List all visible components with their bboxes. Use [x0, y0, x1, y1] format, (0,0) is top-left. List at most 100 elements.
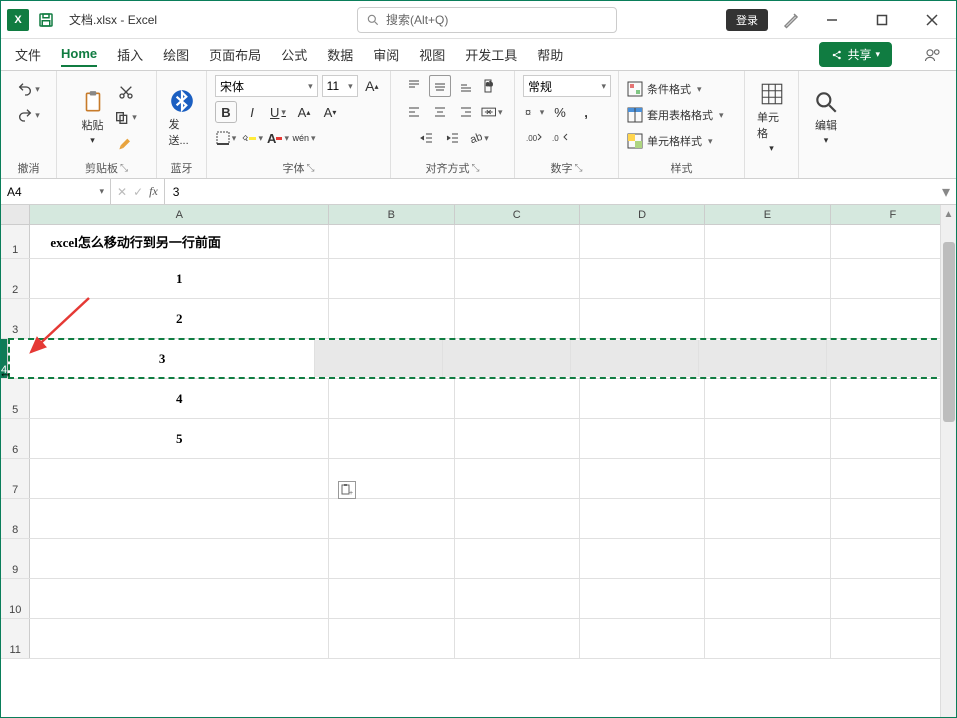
number-format-select[interactable]: 常规▾	[523, 75, 611, 97]
cell[interactable]	[30, 499, 329, 538]
col-header-E[interactable]: E	[705, 205, 830, 224]
tab-insert[interactable]: 插入	[117, 41, 143, 68]
cell[interactable]: excel怎么移动行到另一行前面	[30, 225, 329, 258]
row-header[interactable]: 2	[1, 259, 30, 298]
cell[interactable]	[827, 340, 955, 377]
font-launcher-icon[interactable]: ⤡	[307, 163, 315, 174]
cell[interactable]	[30, 619, 329, 658]
spreadsheet-grid[interactable]: A B C D E F 1excel怎么移动行到另一行前面21324354657…	[1, 205, 956, 717]
orientation-button[interactable]: ab	[468, 127, 490, 149]
col-header-B[interactable]: B	[329, 205, 454, 224]
select-all-corner[interactable]	[1, 205, 30, 224]
cell[interactable]	[580, 225, 705, 258]
tab-file[interactable]: 文件	[15, 41, 41, 68]
number-launcher-icon[interactable]: ⤡	[575, 163, 583, 174]
cell[interactable]	[455, 379, 580, 418]
cell[interactable]	[580, 419, 705, 458]
cell[interactable]: 5	[30, 419, 329, 458]
comments-icon[interactable]	[924, 46, 942, 64]
search-input[interactable]: 搜索(Alt+Q)	[357, 7, 617, 33]
editing-button[interactable]: 编辑▾	[809, 87, 843, 148]
col-header-C[interactable]: C	[455, 205, 580, 224]
cell[interactable]: 1	[30, 259, 329, 298]
cell[interactable]	[831, 419, 956, 458]
percent-button[interactable]: %	[549, 101, 571, 123]
minimize-button[interactable]	[814, 5, 850, 35]
cell[interactable]	[705, 225, 830, 258]
copy-button[interactable]	[114, 108, 138, 128]
cell[interactable]: 4	[30, 379, 329, 418]
row-header[interactable]: 8	[1, 499, 30, 538]
cell[interactable]	[329, 419, 454, 458]
redo-button[interactable]	[17, 105, 41, 125]
font-color-button[interactable]: A	[267, 127, 289, 149]
align-right-icon[interactable]	[455, 101, 477, 123]
cell[interactable]	[329, 259, 454, 298]
row-header[interactable]: 1	[1, 225, 30, 258]
cell[interactable]	[571, 340, 699, 377]
tab-help[interactable]: 帮助	[537, 41, 563, 68]
cell[interactable]	[580, 259, 705, 298]
decrease-indent-icon[interactable]	[416, 127, 438, 149]
vertical-scrollbar[interactable]: ▲	[940, 205, 956, 717]
align-launcher-icon[interactable]: ⤡	[472, 163, 480, 174]
comma-button[interactable]: ,	[575, 101, 597, 123]
cell[interactable]	[455, 499, 580, 538]
formula-input[interactable]: 3	[165, 179, 936, 204]
currency-button[interactable]: ¤	[523, 101, 545, 123]
cell[interactable]	[705, 299, 830, 338]
font-size-select[interactable]: 11▾	[322, 75, 358, 97]
increase-font-icon[interactable]: A▴	[362, 75, 382, 97]
cell[interactable]	[580, 579, 705, 618]
cell[interactable]	[455, 259, 580, 298]
merge-button[interactable]	[481, 101, 503, 123]
cell[interactable]	[329, 539, 454, 578]
cell[interactable]	[705, 379, 830, 418]
cell[interactable]	[329, 299, 454, 338]
align-left-icon[interactable]	[403, 101, 425, 123]
cell[interactable]	[30, 459, 329, 498]
formula-expand-icon[interactable]: ▾	[936, 179, 956, 204]
row-header[interactable]: 9	[1, 539, 30, 578]
align-top-icon[interactable]	[403, 75, 425, 97]
row-header[interactable]: 5	[1, 379, 30, 418]
cell[interactable]	[580, 299, 705, 338]
tab-draw[interactable]: 绘图	[163, 41, 189, 68]
col-header-F[interactable]: F	[831, 205, 956, 224]
cell[interactable]: 3	[10, 340, 315, 377]
increase-indent-icon[interactable]	[442, 127, 464, 149]
align-middle-icon[interactable]	[429, 75, 451, 97]
enter-icon[interactable]: ✓	[133, 185, 143, 199]
align-center-icon[interactable]	[429, 101, 451, 123]
tab-review[interactable]: 审阅	[373, 41, 399, 68]
decrease-decimal-icon[interactable]: .0	[549, 127, 571, 149]
cell[interactable]	[831, 299, 956, 338]
cancel-icon[interactable]: ✕	[117, 185, 127, 199]
row-header[interactable]: 3	[1, 299, 30, 338]
row-header[interactable]: 7	[1, 459, 30, 498]
cell[interactable]	[831, 619, 956, 658]
cell[interactable]	[455, 579, 580, 618]
cell[interactable]	[580, 539, 705, 578]
fill-color-button[interactable]	[241, 127, 263, 149]
cell[interactable]	[831, 259, 956, 298]
cell[interactable]	[329, 579, 454, 618]
cell[interactable]	[315, 340, 443, 377]
cell[interactable]	[580, 459, 705, 498]
share-button[interactable]: 共享▾	[819, 42, 892, 67]
cell[interactable]	[699, 340, 827, 377]
format-as-table-button[interactable]: 套用表格格式	[627, 105, 724, 125]
tab-data[interactable]: 数据	[327, 41, 353, 68]
pen-icon[interactable]	[782, 11, 800, 29]
cell[interactable]	[705, 459, 830, 498]
paste-options-icon[interactable]: +	[338, 481, 356, 499]
col-header-D[interactable]: D	[580, 205, 705, 224]
tab-formulas[interactable]: 公式	[281, 41, 307, 68]
paste-button[interactable]: 粘贴▾	[76, 87, 110, 148]
italic-button[interactable]: I	[241, 101, 263, 123]
cell[interactable]	[831, 539, 956, 578]
format-painter-button[interactable]	[114, 134, 138, 154]
cell[interactable]	[831, 579, 956, 618]
underline-button[interactable]: U	[267, 101, 289, 123]
maximize-button[interactable]	[864, 5, 900, 35]
